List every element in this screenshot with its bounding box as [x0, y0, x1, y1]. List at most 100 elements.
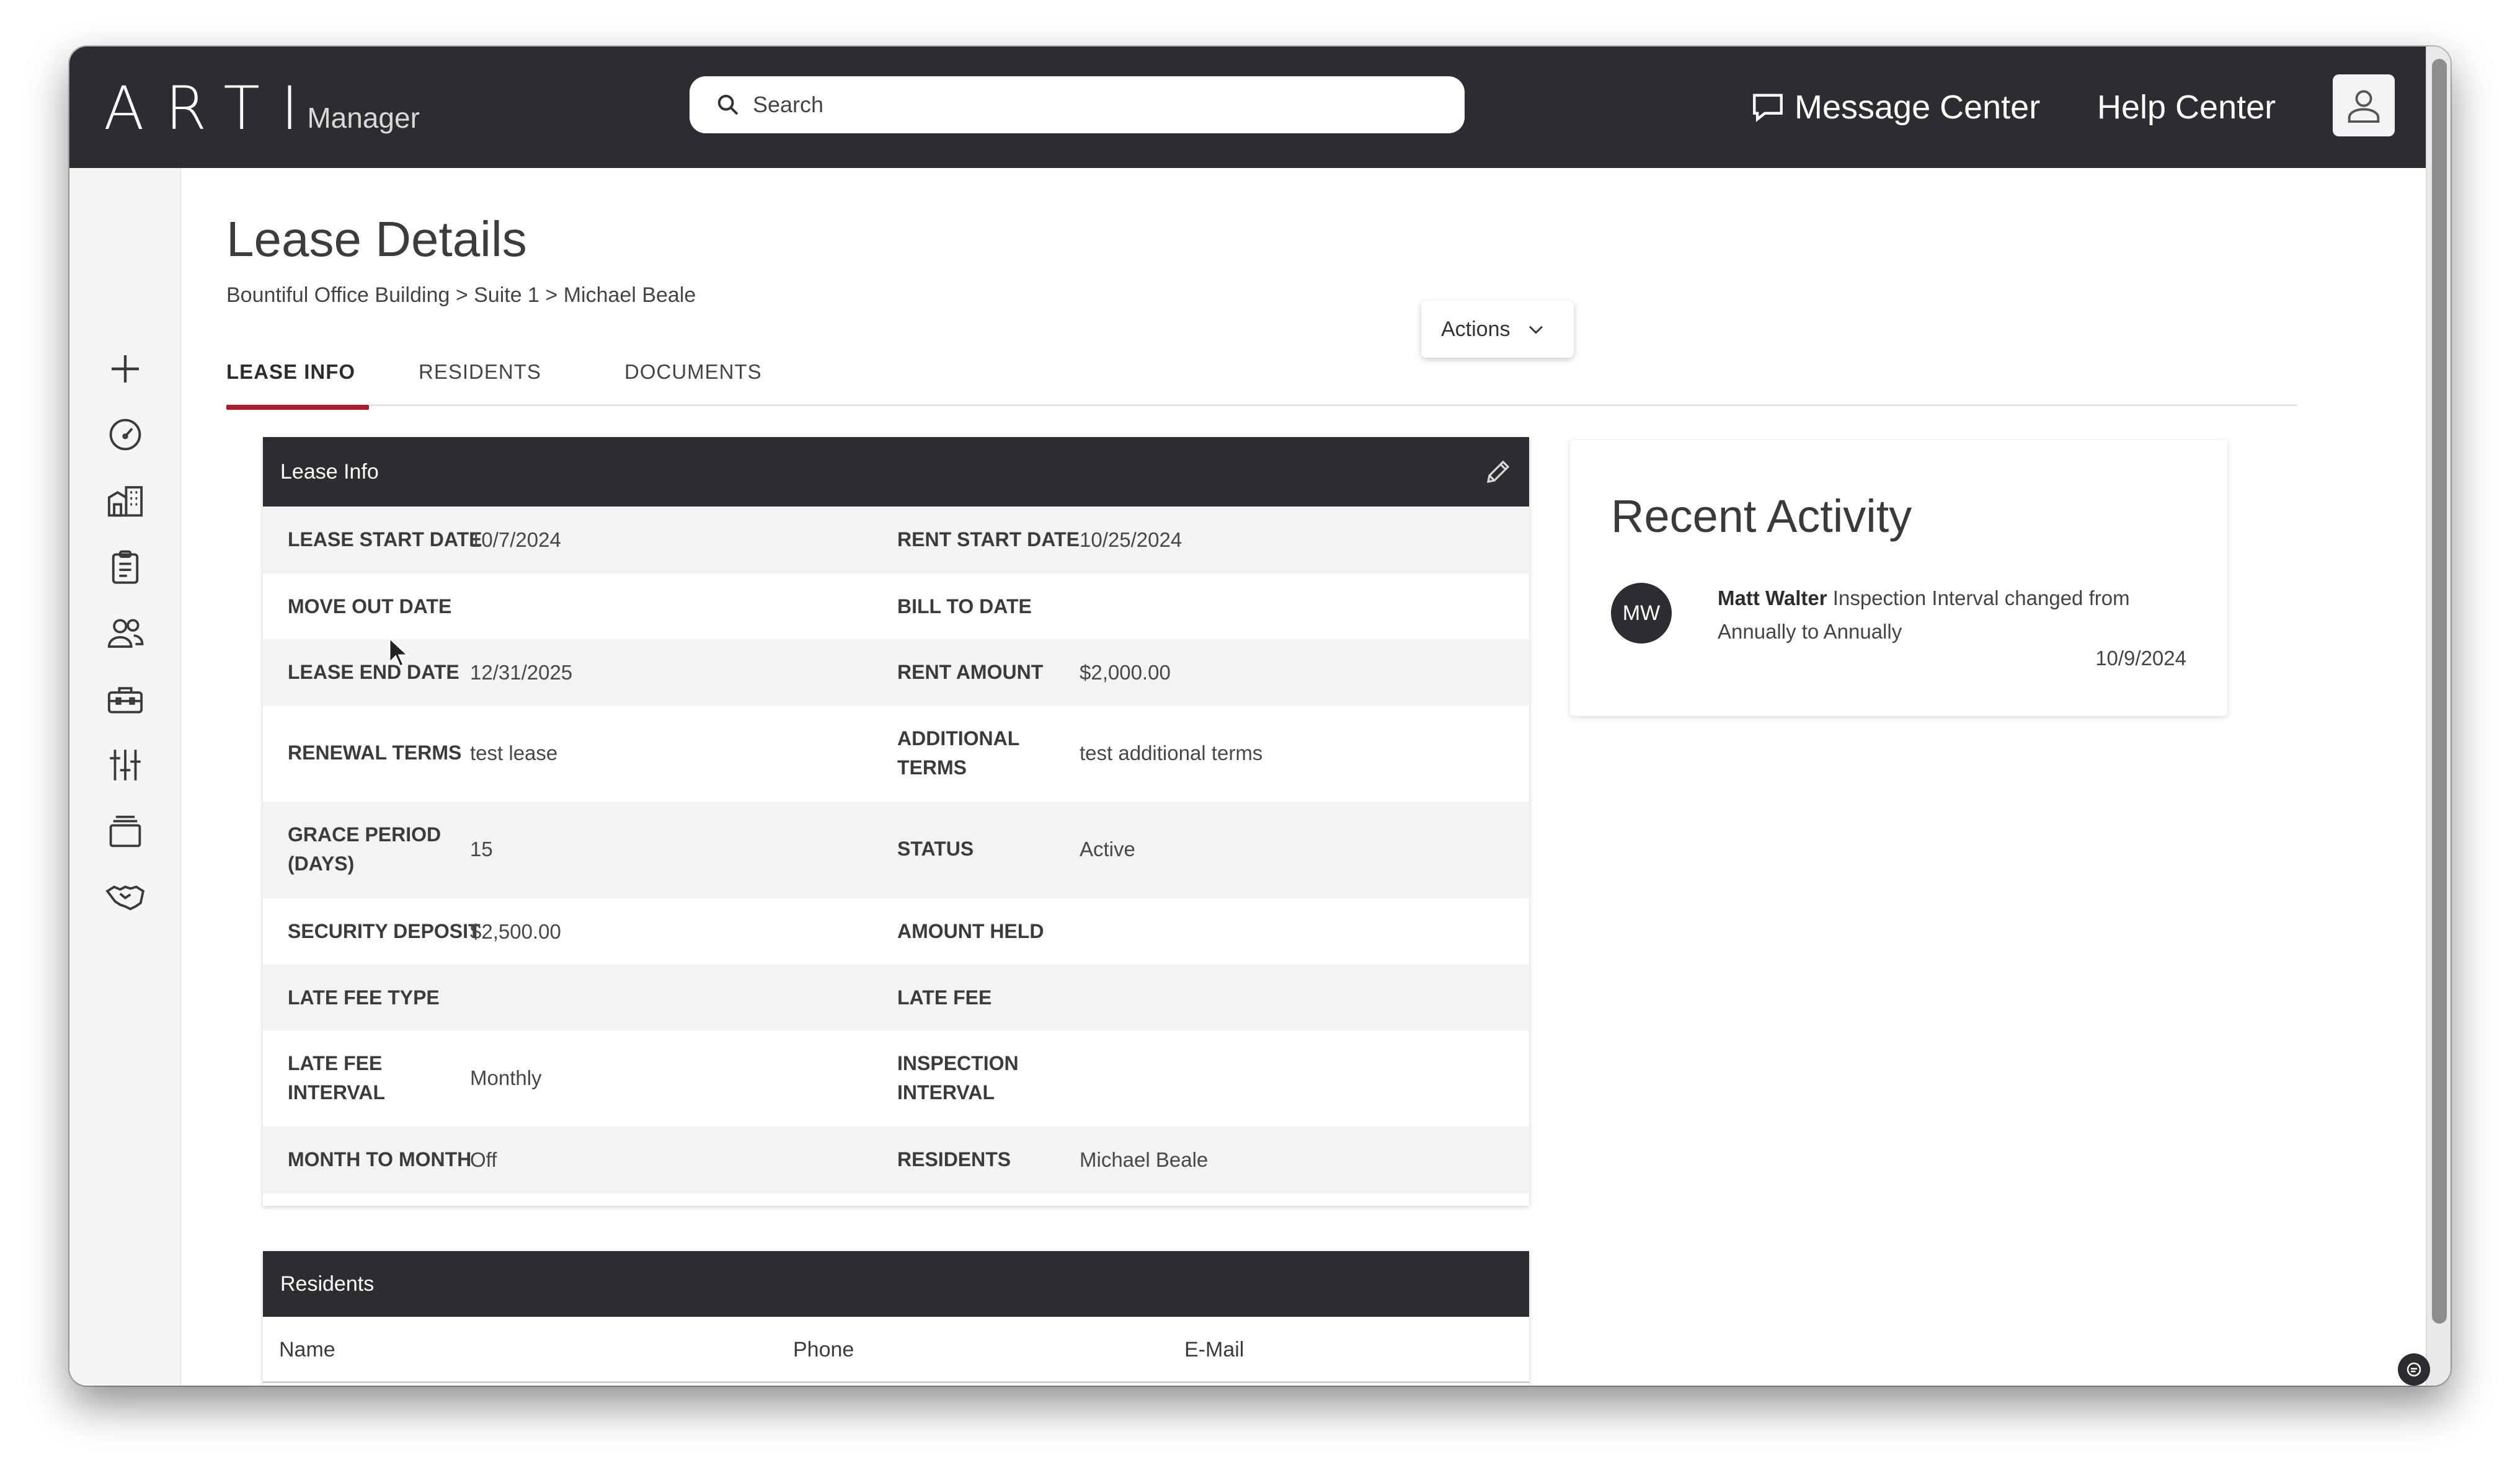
breadcrumb[interactable]: Bountiful Office Building > Suite 1 > Mi… — [226, 283, 696, 308]
field-value: 10/7/2024 — [470, 528, 561, 551]
field-label: (DAYS) — [288, 852, 355, 875]
field-label: INTERVAL — [288, 1081, 386, 1104]
residents-card: Residents Name Phone E-Mail — [263, 1251, 1529, 1386]
logo-sub: Manager — [307, 102, 420, 134]
help-center-link[interactable]: Help Center — [2097, 76, 2276, 138]
field-value: 10/25/2024 — [1080, 528, 1182, 551]
lease-row: MONTH TO MONTH Off RESIDENTS Michael Bea… — [263, 1126, 1529, 1193]
lease-info-header: Lease Info — [263, 437, 1529, 507]
field-label: RENT START DATE — [897, 528, 1080, 551]
chat-widget-icon[interactable] — [2398, 1353, 2430, 1386]
tab-documents[interactable]: DOCUMENTS — [624, 356, 762, 406]
handshake-icon — [105, 885, 145, 911]
sidebar-maintenance[interactable] — [100, 675, 150, 724]
sidebar-tasks[interactable] — [100, 542, 150, 592]
sidebar-properties[interactable] — [100, 476, 150, 526]
sidebar-dashboard[interactable] — [100, 410, 150, 459]
tab-lease-info[interactable]: LEASE INFO — [226, 356, 370, 410]
user-profile-button[interactable] — [2333, 74, 2395, 136]
field-value: Active — [1080, 838, 1135, 861]
field-label: AMOUNT HELD — [897, 920, 1044, 942]
field-label: TERMS — [897, 756, 967, 779]
tab-bar: LEASE INFO RESIDENTS DOCUMENTS — [226, 356, 2297, 410]
field-value: $2,500.00 — [470, 920, 561, 943]
field-value[interactable]: Michael Beale — [1080, 1145, 1208, 1174]
field-label: RENEWAL TERMS — [288, 741, 462, 764]
field-label: LATE FEE TYPE — [288, 986, 440, 1009]
field-label: RENT AMOUNT — [897, 661, 1044, 683]
field-label: LATE FEE — [288, 1052, 383, 1074]
recent-activity-panel: Recent Activity MW Matt Walter Inspectio… — [1570, 440, 2227, 716]
column-header-name[interactable]: Name — [279, 1338, 335, 1362]
lease-row: LATE FEE INTERVAL Monthly INSPECTION INT… — [263, 1030, 1529, 1126]
residents-header: Residents — [263, 1251, 1529, 1317]
sidebar-leases[interactable] — [100, 872, 150, 922]
lease-row: LATE FEE TYPE LATE FEE — [263, 965, 1529, 1030]
lease-row: GRACE PERIOD (DAYS) 15 STATUS Active — [263, 802, 1529, 898]
divider — [263, 1381, 1529, 1383]
avatar: MW — [1611, 583, 1672, 644]
field-label: MOVE OUT DATE — [288, 595, 452, 617]
field-label: LEASE END DATE — [288, 661, 459, 683]
stack-icon — [109, 815, 141, 847]
app-window: ARTI Manager Message Center Help Center — [69, 46, 2451, 1386]
activity-entry-text: Matt Walter Inspection Interval changed … — [1718, 582, 2201, 648]
field-label: LEASE START DATE — [288, 528, 482, 551]
tab-residents[interactable]: RESIDENTS — [419, 356, 541, 406]
column-header-phone[interactable]: Phone — [793, 1338, 854, 1362]
sidebar-contacts[interactable] — [100, 608, 150, 658]
lease-info-card: Lease Info LEASE START DATE 10/7/2024 RE… — [263, 437, 1529, 1206]
search-box[interactable] — [690, 76, 1465, 133]
dashboard-gauge-icon — [109, 418, 141, 451]
sidebar-add[interactable] — [100, 344, 150, 394]
logo-brand: ARTI — [104, 74, 320, 143]
field-label: STATUS — [897, 838, 974, 860]
field-label: BILL TO DATE — [897, 595, 1032, 617]
recent-activity-title: Recent Activity — [1611, 490, 1912, 542]
field-value: test additional terms — [1080, 741, 1263, 764]
lease-row: MOVE OUT DATE BILL TO DATE — [263, 573, 1529, 639]
field-value: 12/31/2025 — [470, 661, 573, 684]
chevron-down-icon — [1528, 325, 1543, 334]
field-label: GRACE PERIOD — [288, 823, 441, 846]
lease-row: RENEWAL TERMS test lease ADDITIONAL TERM… — [263, 706, 1529, 802]
top-navigation-bar: ARTI Manager Message Center Help Center — [69, 46, 2426, 168]
vertical-scrollbar[interactable] — [2426, 46, 2451, 1386]
left-sidebar — [69, 168, 181, 1386]
field-label: SECURITY DEPOSIT — [288, 920, 481, 942]
people-icon — [107, 619, 144, 648]
actions-label: Actions — [1441, 317, 1511, 341]
field-label: INSPECTION — [897, 1052, 1019, 1074]
field-label: INTERVAL — [897, 1081, 995, 1104]
user-icon — [2348, 90, 2380, 123]
app-logo[interactable]: ARTI Manager — [104, 77, 420, 139]
sidebar-units[interactable] — [100, 807, 150, 856]
message-center-label: Message Center — [1795, 89, 2041, 126]
field-value: 15 — [470, 838, 493, 861]
plus-icon — [112, 355, 139, 383]
activity-date: 10/9/2024 — [2095, 647, 2186, 670]
message-center-link[interactable]: Message Center — [1750, 76, 2040, 138]
column-header-email[interactable]: E-Mail — [1184, 1338, 1244, 1362]
field-value: Off — [470, 1148, 497, 1171]
buildings-icon — [107, 486, 143, 517]
chat-bubble-icon — [1753, 94, 1783, 122]
pencil-edit-icon[interactable] — [1483, 457, 1513, 487]
search-icon — [717, 94, 739, 115]
lease-row: LEASE START DATE 10/7/2024 RENT START DA… — [263, 507, 1529, 573]
page-title: Lease Details — [226, 211, 527, 267]
sidebar-settings[interactable] — [100, 740, 150, 790]
toolbox-icon — [107, 687, 143, 714]
scrollbar-thumb[interactable] — [2432, 59, 2447, 1324]
field-label: RESIDENTS — [897, 1148, 1011, 1170]
clipboard-icon — [112, 550, 139, 584]
field-label: MONTH TO MONTH — [288, 1148, 472, 1170]
field-label: LATE FEE — [897, 986, 992, 1009]
help-center-label: Help Center — [2097, 89, 2276, 126]
sliders-icon — [110, 750, 141, 781]
search-input[interactable] — [753, 92, 1435, 118]
actions-dropdown[interactable]: Actions — [1421, 301, 1574, 358]
lease-row: SECURITY DEPOSIT $2,500.00 AMOUNT HELD — [263, 898, 1529, 965]
lease-info-title: Lease Info — [280, 459, 379, 484]
field-value: test lease — [470, 741, 558, 764]
